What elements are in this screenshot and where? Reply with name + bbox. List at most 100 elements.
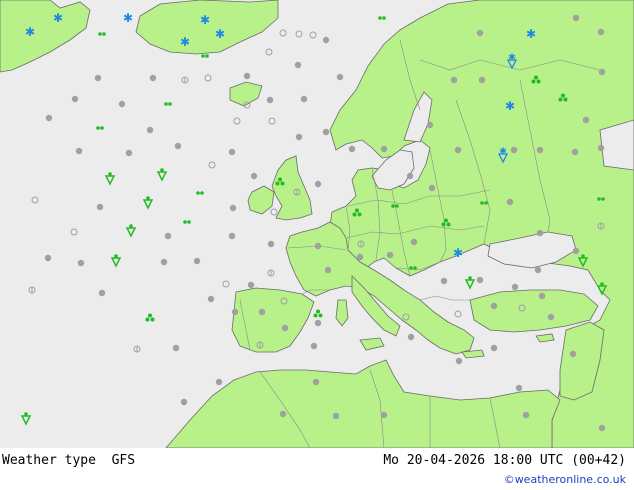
cloud-dot-icon <box>511 283 519 291</box>
cloud-dot-icon <box>77 259 85 267</box>
product-label: Weather type <box>2 453 96 468</box>
snow-icon: ✱ <box>453 246 463 260</box>
cloud-dot-icon <box>478 76 486 84</box>
cloud-dot-icon <box>597 28 605 36</box>
cloud-dot-icon <box>406 172 414 180</box>
cloud-dot-icon <box>476 29 484 37</box>
weather-map-panel: ✱ ✱ ✱ ✱ ✱ ✱ ✱ ✱ ✱ ✱ ✱ Weather type GFS Mo 20-04-20… <box>0 0 634 490</box>
cloud-dot-icon <box>314 180 322 188</box>
cloud-dot-icon <box>118 100 126 108</box>
cloud-dot-icon <box>506 198 514 206</box>
cloud-dot-icon <box>215 378 223 386</box>
cloud-dot-icon <box>598 68 606 76</box>
cloud-dot-icon <box>386 251 394 259</box>
svg-text:✱: ✱ <box>180 35 190 49</box>
cloud-dot-icon <box>174 142 182 150</box>
cloud-dot-icon <box>356 253 364 261</box>
cloud-dot-icon <box>476 276 484 284</box>
svg-text:✱: ✱ <box>215 27 225 41</box>
snow-icon: ✱ <box>53 11 63 25</box>
cloud-dot-icon <box>94 74 102 82</box>
cloud-dot-icon <box>247 281 255 289</box>
cloud-dot-icon <box>96 203 104 211</box>
svg-text:✱: ✱ <box>25 25 35 39</box>
cloud-dot-icon <box>207 295 215 303</box>
svg-text:✱: ✱ <box>123 11 133 25</box>
cloud-dot-icon <box>571 148 579 156</box>
cloud-dot-icon <box>243 72 251 80</box>
cloud-dot-icon <box>300 95 308 103</box>
cloud-dot-icon <box>522 411 530 419</box>
cloud-dot-icon <box>281 324 289 332</box>
cloud-dot-icon <box>294 61 302 69</box>
cloud-dot-icon <box>98 289 106 297</box>
cloud-dot-icon <box>314 319 322 327</box>
model-label: GFS <box>111 453 136 468</box>
cloud-dot-icon <box>71 95 79 103</box>
cloud-dot-icon <box>279 410 287 418</box>
cloud-dot-icon <box>598 424 606 432</box>
cloud-dot-icon <box>146 126 154 134</box>
snow-icon: ✱ <box>25 25 35 39</box>
cloud-dot-icon <box>75 147 83 155</box>
cloud-dot-icon <box>538 292 546 300</box>
svg-text:✱: ✱ <box>53 11 63 25</box>
cloud-dot-icon <box>572 247 580 255</box>
cloud-dot-icon <box>536 229 544 237</box>
cloud-dot-icon <box>324 266 332 274</box>
snow-icon: ✱ <box>123 11 133 25</box>
snow-icon: ✱ <box>505 99 515 113</box>
cloud-dot-icon <box>228 148 236 156</box>
cloud-dot-icon <box>572 14 580 22</box>
svg-text:✱: ✱ <box>453 246 463 260</box>
cloud-dot-icon <box>597 144 605 152</box>
snow-icon: ✱ <box>180 35 190 49</box>
cloud-dot-icon <box>407 333 415 341</box>
cloud-dot-icon <box>314 242 322 250</box>
cloud-dot-icon <box>454 146 462 154</box>
cloud-dot-icon <box>193 257 201 265</box>
cloud-dot-icon <box>426 121 434 129</box>
cloud-dot-icon <box>160 258 168 266</box>
snow-icon: ✱ <box>215 27 225 41</box>
cloud-dot-icon <box>510 146 518 154</box>
svg-text:✱: ✱ <box>508 53 516 63</box>
cloud-dot-icon <box>569 350 577 358</box>
svg-text:✱: ✱ <box>499 147 507 157</box>
cloud-dot-icon <box>410 238 418 246</box>
cloud-dot-icon <box>440 277 448 285</box>
cloud-dot-icon <box>536 146 544 154</box>
cloud-dot-icon <box>348 145 356 153</box>
map-caption: Weather type GFS <box>2 453 135 468</box>
cloud-dot-icon <box>380 411 388 419</box>
snow-icon: ✱ <box>200 13 210 27</box>
cloud-dot-icon <box>125 149 133 157</box>
cloud-dot-icon <box>231 308 239 316</box>
cloud-dot-icon <box>534 266 542 274</box>
cloud-dot-icon <box>228 232 236 240</box>
cloud-dot-icon <box>450 76 458 84</box>
weather-map: ✱ ✱ ✱ ✱ ✱ ✱ ✱ ✱ ✱ ✱ ✱ <box>0 0 634 448</box>
svg-text:✱: ✱ <box>505 99 515 113</box>
cloud-dot-icon <box>322 36 330 44</box>
cloud-dot-icon <box>490 302 498 310</box>
snow-icon: ✱ <box>526 27 536 41</box>
cloud-dot-icon <box>490 344 498 352</box>
cloud-dot-icon <box>149 74 157 82</box>
cloud-dot-icon <box>295 133 303 141</box>
cloud-dot-icon <box>229 204 237 212</box>
cloud-dot-icon <box>312 378 320 386</box>
cloud-dot-icon <box>547 313 555 321</box>
cloud-dot-icon <box>310 342 318 350</box>
cloud-dot-icon <box>455 357 463 365</box>
valid-time: Mo 20-04-2026 18:00 UTC (00+42) <box>383 453 626 468</box>
credit-link[interactable]: ©weatheronline.co.uk <box>504 473 626 486</box>
svg-text:✱: ✱ <box>200 13 210 27</box>
cloud-dot-icon <box>44 254 52 262</box>
cloud-dot-icon <box>582 116 590 124</box>
cloud-dot-icon <box>336 73 344 81</box>
cloud-dot-icon <box>266 96 274 104</box>
cloud-dot-icon <box>250 172 258 180</box>
cloud-dot-icon <box>45 114 53 122</box>
cloud-dot-icon <box>164 232 172 240</box>
